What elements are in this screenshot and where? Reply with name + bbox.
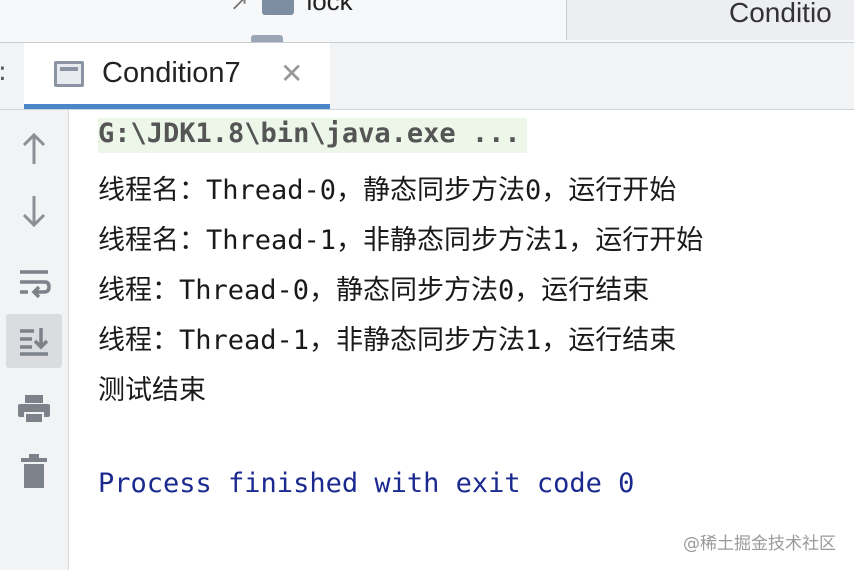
expand-arrow-icon[interactable]: › xyxy=(230,34,237,42)
console-icon xyxy=(54,61,84,87)
editor-tab-label: Conditio xyxy=(729,0,832,28)
watermark: @稀土掘金技术社区 xyxy=(683,534,836,554)
process-exit-message: Process finished with exit code 0 xyxy=(98,468,635,499)
trash-icon[interactable] xyxy=(6,444,62,498)
file-icon xyxy=(251,35,284,42)
tree-item-label: lock xyxy=(306,0,353,16)
down-arrow-icon[interactable] xyxy=(6,184,62,238)
tool-window-menu-icon[interactable]: : xyxy=(0,57,7,87)
close-icon[interactable]: ✕ xyxy=(280,57,303,90)
project-tree-strip: ↗ lock › Conditio xyxy=(0,0,854,43)
console-command-line: G:\JDK1.8\bin\java.exe ... xyxy=(98,118,527,153)
soft-wrap-icon[interactable] xyxy=(6,256,62,310)
package-folder-icon xyxy=(262,0,295,16)
tree-item-cropped[interactable]: › xyxy=(230,30,295,42)
console-line: 线程：Thread-1，非静态同步方法1，运行结束 xyxy=(98,325,677,356)
up-arrow-icon[interactable] xyxy=(6,122,62,176)
print-icon[interactable] xyxy=(6,382,62,436)
editor-tab-condition[interactable]: Conditio xyxy=(566,0,854,40)
run-toolbar xyxy=(0,110,69,570)
console-line: 测试结束 xyxy=(98,375,206,406)
java-command[interactable]: G:\JDK1.8\bin\java.exe ... xyxy=(98,118,527,153)
expand-arrow-icon[interactable]: ↗ xyxy=(230,0,248,16)
active-tab-indicator xyxy=(24,104,330,109)
console-output[interactable]: G:\JDK1.8\bin\java.exe ... 线程名：Thread-0，… xyxy=(70,110,854,570)
tree-item-lock[interactable]: ↗ lock xyxy=(230,0,353,17)
console-line: 线程名：Thread-0，静态同步方法0，运行开始 xyxy=(98,175,677,206)
scroll-to-end-icon[interactable] xyxy=(6,314,62,368)
console-line: 线程名：Thread-1，非静态同步方法1，运行开始 xyxy=(98,225,704,256)
run-tab-bar: : Condition7 ✕ xyxy=(0,43,854,110)
run-tab-condition7[interactable]: Condition7 ✕ xyxy=(24,43,330,109)
console-line: 线程：Thread-0，静态同步方法0，运行结束 xyxy=(98,275,650,306)
run-tab-label: Condition7 xyxy=(102,57,241,89)
